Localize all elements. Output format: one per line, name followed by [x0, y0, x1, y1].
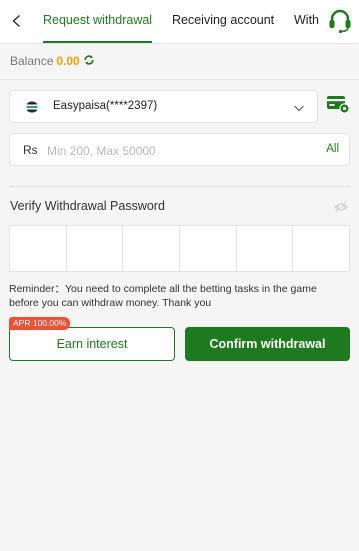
- verify-password-label: Verify Withdrawal Password: [10, 199, 165, 213]
- balance-row: Balance 0.00: [10, 53, 95, 69]
- password-digit-cell[interactable]: [10, 226, 67, 271]
- customer-service-icon[interactable]: [328, 8, 352, 34]
- divider: [0, 79, 359, 80]
- password-digit-cell[interactable]: [180, 226, 237, 271]
- password-digit-cell[interactable]: [67, 226, 124, 271]
- confirm-withdrawal-button[interactable]: Confirm withdrawal: [185, 327, 350, 361]
- password-digit-cell[interactable]: [237, 226, 294, 271]
- refresh-icon[interactable]: [83, 54, 95, 69]
- easypaisa-logo-icon: [22, 97, 42, 117]
- balance-amount: 0.00: [56, 54, 80, 68]
- earn-interest-button[interactable]: Earn interest: [9, 327, 175, 361]
- password-input[interactable]: [9, 225, 350, 272]
- reminder-text: Reminder：You need to complete all the be…: [9, 283, 317, 309]
- back-icon[interactable]: [6, 10, 28, 32]
- manage-card-icon[interactable]: [326, 94, 350, 114]
- account-name: Easypaisa(****2397): [53, 100, 158, 112]
- tab-withdrawal-records[interactable]: With: [294, 0, 319, 44]
- all-amount-button[interactable]: All: [326, 143, 339, 155]
- account-select[interactable]: Easypaisa(****2397): [9, 90, 318, 123]
- password-digit-cell[interactable]: [123, 226, 181, 271]
- apr-badge: APR 100.00%: [9, 317, 71, 330]
- chevron-down-icon: [293, 101, 305, 113]
- currency-label: Rs: [23, 143, 38, 157]
- tab-receiving-account[interactable]: Receiving account: [172, 0, 274, 44]
- amount-field: Rs All: [9, 133, 350, 166]
- eye-icon[interactable]: [333, 200, 349, 213]
- balance-label: Balance: [10, 54, 54, 68]
- divider: [9, 186, 350, 187]
- top-nav: Request withdrawal Receiving account Wit…: [0, 0, 359, 44]
- password-digit-cell[interactable]: [293, 226, 349, 271]
- amount-input[interactable]: [47, 140, 317, 161]
- tab-request-withdrawal[interactable]: Request withdrawal: [43, 0, 153, 44]
